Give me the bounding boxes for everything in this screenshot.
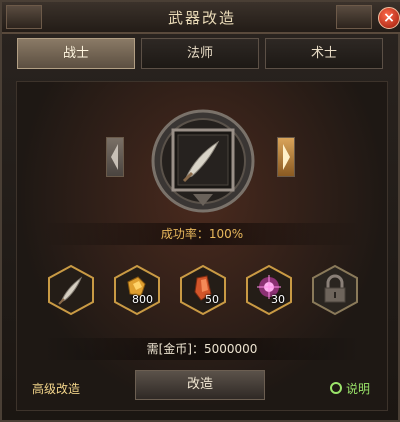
material-count: 800 — [132, 293, 153, 306]
gold-cost: 需[金币]：5000000 — [42, 338, 362, 360]
material-slot-3[interactable]: 50 — [177, 264, 229, 316]
material-slot-1[interactable] — [45, 264, 97, 316]
help-link[interactable]: 说明 — [330, 380, 370, 397]
prev-item-button[interactable] — [106, 137, 124, 177]
next-item-button[interactable] — [277, 137, 295, 177]
material-count: 50 — [205, 293, 219, 306]
material-slot-2[interactable]: 800 — [111, 264, 163, 316]
tab-mage[interactable]: 法师 — [141, 38, 259, 69]
success-rate: 成功率：100% — [42, 223, 362, 245]
weapon-modify-window: 武器改造 × 战士 法师 术士 成功率：100% 800 50 30 需[金币]… — [0, 0, 400, 422]
feather-blade-icon — [151, 109, 255, 213]
material-count: 30 — [271, 293, 285, 306]
title-bar: 武器改造 × — [2, 2, 400, 34]
pink-gem-icon — [246, 264, 292, 316]
search-icon — [330, 382, 342, 394]
tab-warlock[interactable]: 术士 — [265, 38, 383, 69]
help-label: 说明 — [346, 382, 371, 396]
weapon-emblem[interactable] — [148, 106, 258, 216]
close-button[interactable]: × — [378, 7, 400, 29]
window-title: 武器改造 — [167, 9, 236, 27]
chevron-left-icon — [111, 144, 118, 170]
chevron-right-icon — [283, 144, 290, 170]
class-tabs: 战士 法师 术士 — [17, 38, 385, 72]
gold-ore-icon — [114, 264, 160, 316]
material-slot-4[interactable]: 30 — [243, 264, 295, 316]
material-slot-locked — [309, 264, 361, 316]
modify-button[interactable]: 改造 — [135, 370, 265, 400]
lock-icon — [312, 264, 358, 316]
advanced-modify-link[interactable]: 高级改造 — [32, 380, 80, 397]
feather-blade-icon — [48, 264, 94, 316]
tab-warrior[interactable]: 战士 — [17, 38, 135, 69]
red-crystal-icon — [180, 264, 226, 316]
